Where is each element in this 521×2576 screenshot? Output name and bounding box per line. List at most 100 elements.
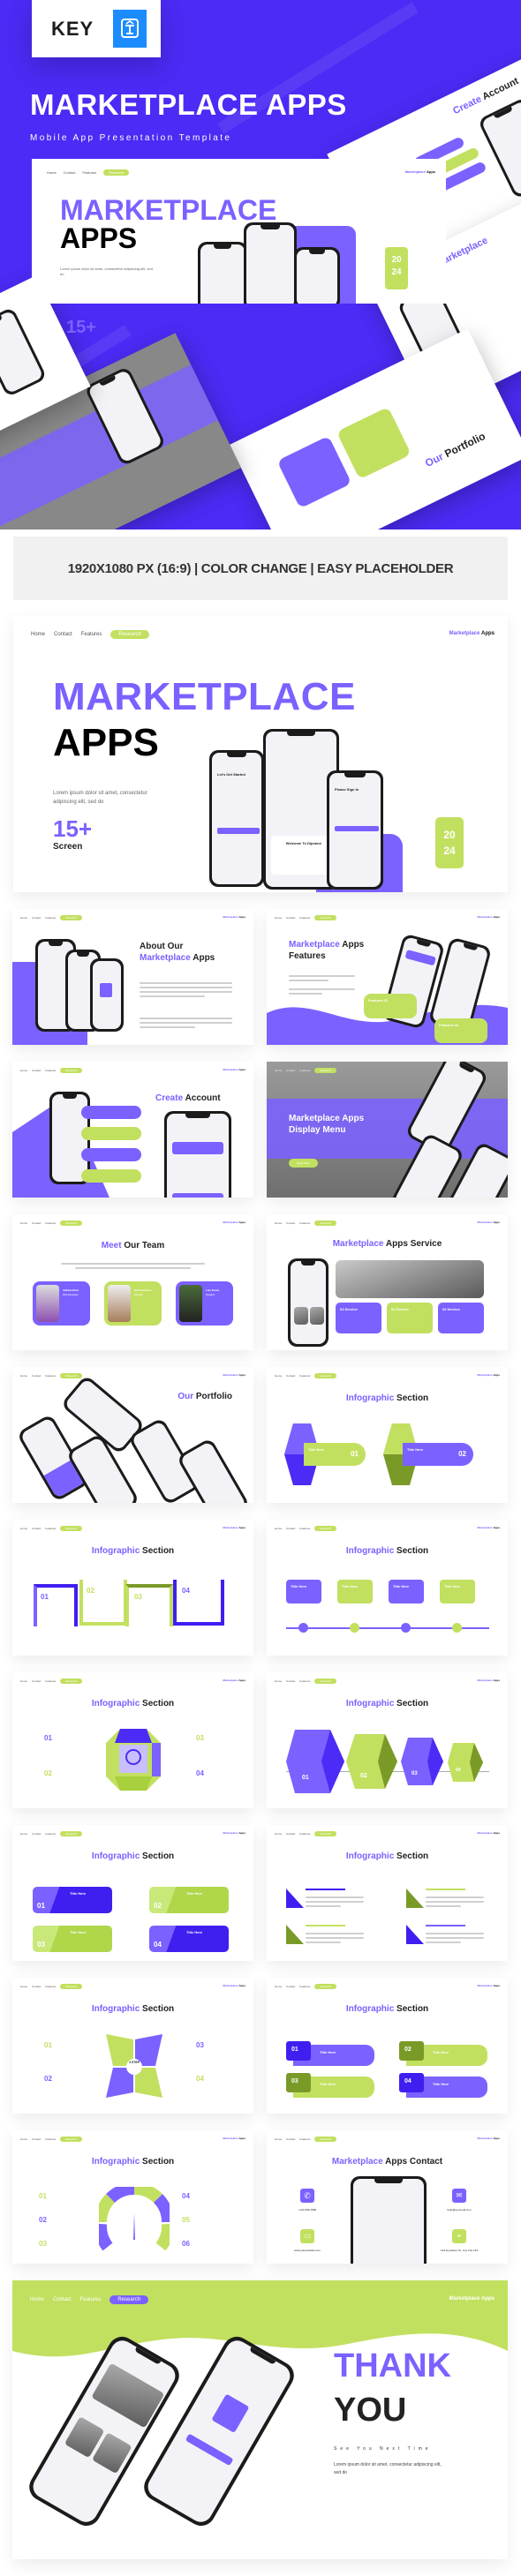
nav-home[interactable]: Home [30, 2297, 44, 2302]
lorem-block [289, 973, 355, 997]
tab-card-3: 03 Title Here [33, 1926, 112, 1952]
member-photo [36, 1285, 59, 1322]
slide-infographic-triangles: Home Contact Features Research Marketplace … [267, 1825, 508, 1961]
nav-bar: Home Contact Features Research [20, 1068, 83, 1073]
nav-contact[interactable]: Contact [53, 2297, 72, 2302]
feature-card-2: Features 02 [434, 1018, 487, 1043]
hex-card-2: Title Here 02 [403, 1443, 473, 1466]
slide-title: Create Account [155, 1093, 221, 1103]
hero-banner: KEY MARKETPLACE APPS Mobile App Presenta… [0, 0, 521, 529]
brand-label: Marketplace Apps [223, 1373, 245, 1377]
nav-features[interactable]: Features [82, 170, 96, 175]
brand-label: Marketplace Apps [223, 1220, 245, 1224]
nav-bar: Home Contact Features Research [275, 915, 337, 920]
slide-title: About Our Marketplace Apps [140, 942, 215, 963]
phone-button [335, 826, 379, 831]
cube-number: 01 [302, 1775, 309, 1781]
read-more-button[interactable]: Read More [289, 1159, 318, 1168]
nav-research[interactable]: Research [109, 2295, 149, 2304]
slide-infographic-badges: Home Contact Features Research Marketplace … [267, 1978, 508, 2114]
slide-title: Infographic Section [91, 1851, 175, 1861]
nav-research[interactable]: Research [110, 630, 150, 639]
nav-bar: Home Contact Features Research [20, 1831, 83, 1836]
badge-number: 02 [399, 2041, 424, 2061]
banner-title: MARKETPLACE APPS [30, 88, 347, 121]
info-number: 06 [182, 2240, 190, 2248]
contact-email[interactable]: hello@yourmail.com [438, 2208, 480, 2212]
slide-title: Infographic Section [91, 1546, 175, 1556]
slide-features: Home Contact Features Research Marketplace … [267, 909, 508, 1045]
nav-bar: Home Contact Features Research [30, 2295, 149, 2304]
slide-title: Marketplace Apps Contact [331, 2157, 443, 2167]
cube-4 [448, 1743, 483, 1782]
slide-infographic-hex: Home Contact Features Research Marketplace … [267, 1367, 508, 1503]
nav-bar: Home Contact Features Research [20, 1679, 83, 1684]
slide-title: Infographic Section [91, 2004, 175, 2014]
step-frame-4 [173, 1580, 224, 1626]
brand-label: Marketplace Apps [477, 1679, 500, 1682]
brand-label: Marketplace Apps [477, 1373, 500, 1377]
nav-features[interactable]: Features [81, 632, 102, 637]
thankyou-description: Lorem ipsum dolor sit amet, consectetur … [334, 2462, 442, 2475]
nav-bar: Home Contact Features Research [20, 1526, 83, 1531]
slide-contact: Home Contact Features Research Marketplace … [267, 2130, 508, 2264]
nav-bar: Home Contact Features Research [275, 1984, 337, 1989]
nav-bar: Home Contact Features Research [275, 2137, 337, 2142]
contact-website[interactable]: www.yourwebsite.com [286, 2249, 328, 2252]
slide-about: Home Contact Features Research Marketplace … [12, 909, 253, 1045]
brand-label: Marketplace Apps [477, 1526, 500, 1529]
lorem-block [426, 1930, 484, 1946]
contact-phone-number[interactable]: +123-456-7890 [286, 2208, 328, 2212]
phone-icon: ✆ [300, 2189, 314, 2203]
member-role: Web Developer [63, 1294, 79, 1296]
slide-infographic-octagon: Home Contact Features Research Marketplace … [12, 1672, 253, 1808]
member-role: Manager [134, 1294, 144, 1296]
cover-stat-label: Screen [53, 842, 83, 852]
slide-display-menu: Home Contact Features Research Marketplace … [267, 1062, 508, 1198]
team-card-1: Jullieta Elise Web Developer [33, 1281, 90, 1326]
slide-thank-you: Home Contact Features Research Marketpla… [12, 2280, 508, 2559]
preview-team-card [276, 435, 352, 509]
cover-description: Lorem ipsum dolor sit amet, consectetur … [53, 791, 147, 806]
nav-home[interactable]: Home [47, 170, 57, 175]
slide-title: Infographic Section [345, 1699, 429, 1709]
nav-bar: Home Contact Features Research [20, 1373, 83, 1378]
hero-phone-right [294, 247, 340, 304]
info-number: 01 [39, 2192, 47, 2200]
slide-team: Home Contact Features Research Marketplace … [12, 1214, 253, 1350]
nav-bar: Home Contact Features Research [275, 1220, 337, 1226]
nav-features[interactable]: Features [80, 2297, 102, 2302]
slide-infographic-gauge: Home Contact Features Research Marketplace … [12, 2130, 253, 2264]
shopping-bag-icon [211, 2393, 250, 2433]
slide-title: Infographic Section [345, 1546, 429, 1556]
step-center-label: 4 STEP [128, 2061, 140, 2064]
line [426, 1925, 465, 1926]
nav-contact[interactable]: Contact [54, 632, 72, 637]
slide-title: Infographic Section [91, 2157, 175, 2167]
info-number: 04 [196, 1769, 204, 1777]
hero-title-line1: MARKETPLACE [60, 194, 277, 226]
preview-title: Our Portfolio [423, 429, 487, 470]
brand-label: Marketplace Apps [449, 631, 495, 636]
hero-title-line2: APPS [60, 222, 138, 254]
hero-description: Lorem ipsum dolor sit amet, consectetur … [60, 267, 153, 277]
nav-contact[interactable]: Contact [64, 170, 76, 175]
brand-label: Marketplace Apps [404, 169, 435, 174]
slide-title: Marketplace Apps Service [332, 1239, 442, 1249]
nav-home[interactable]: Home [31, 632, 45, 637]
timeline-dot [452, 1623, 462, 1633]
nav-research[interactable]: Research [103, 169, 130, 176]
brand-label: Marketplace Apps [223, 1679, 245, 1682]
format-label: KEY [51, 17, 94, 40]
line [306, 1889, 345, 1890]
timeline-bubble-3: Title Here [389, 1580, 424, 1603]
location-pin-icon: ⌖ [452, 2229, 466, 2243]
brand-label: Marketplace Apps [223, 915, 245, 919]
step-row-2 [81, 1127, 141, 1140]
cover-title-line2: APPS [53, 721, 159, 764]
cover-year-badge: 20 24 [435, 817, 464, 868]
info-number: 03 [196, 2041, 204, 2049]
hex-card-1: Title Here 01 [304, 1443, 366, 1466]
brand-label: Marketplace Apps [223, 1831, 245, 1835]
info-number: 01 [44, 2041, 52, 2049]
